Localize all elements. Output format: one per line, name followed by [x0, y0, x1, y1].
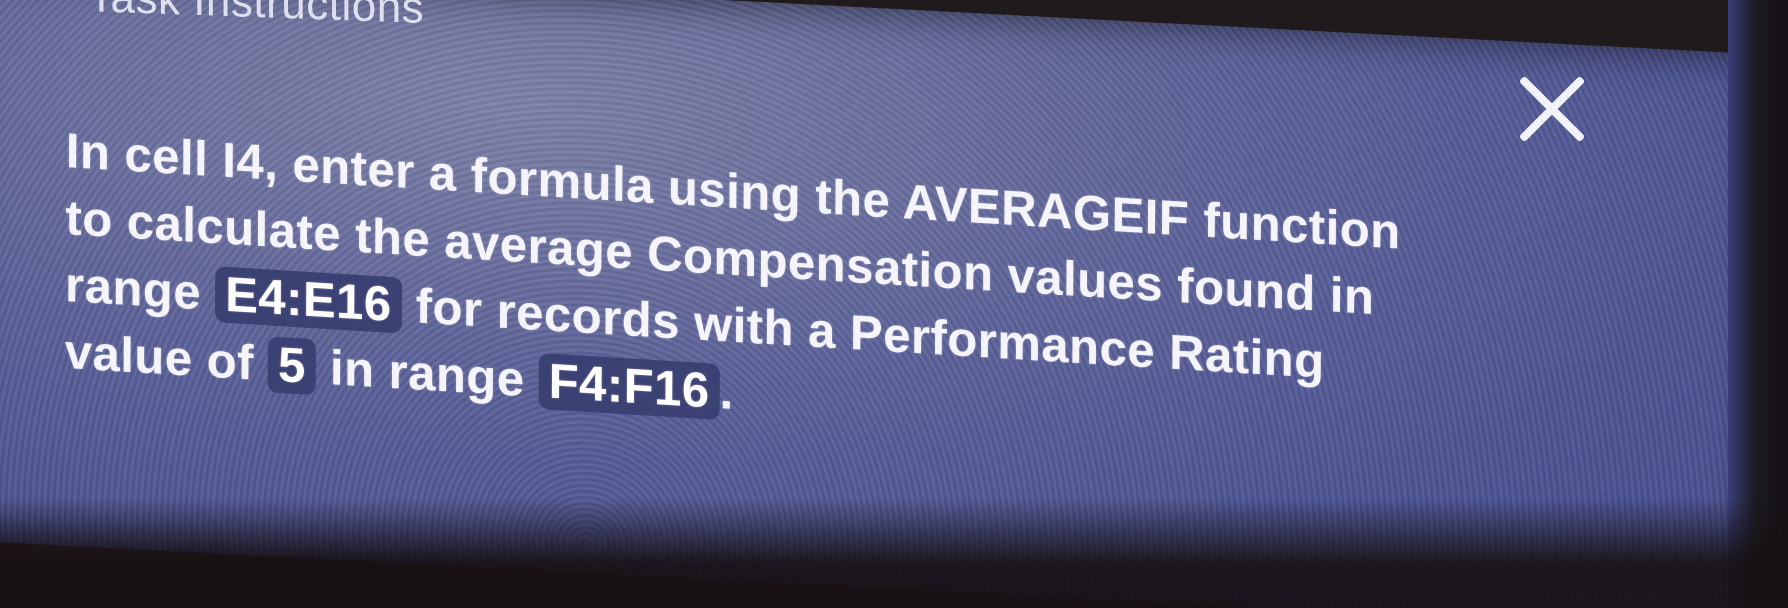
value-chip-5: 5: [267, 336, 316, 396]
in-range-label: in range: [329, 341, 525, 408]
range-label: range: [64, 257, 202, 321]
range-chip-f4-f16: F4:F16: [538, 352, 720, 420]
value-label: value of: [64, 324, 255, 391]
range-chip-e4-e16: E4:E16: [215, 266, 402, 334]
screen-bezel: [1728, 0, 1788, 608]
close-icon[interactable]: [1510, 68, 1590, 148]
period: .: [719, 364, 734, 420]
photo-stage: Task Instructions In cell I4, enter a fo…: [0, 0, 1788, 608]
